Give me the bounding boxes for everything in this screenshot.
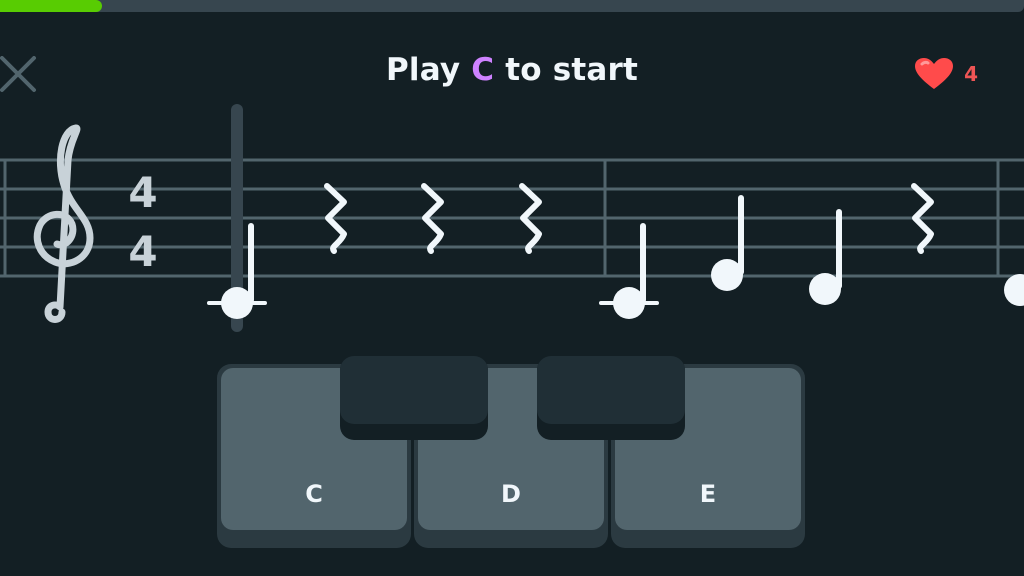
piano-key-d-label: D <box>501 480 521 508</box>
hearts-counter: 4 <box>914 56 978 92</box>
time-signature-top: 4 <box>128 168 157 217</box>
lesson-progress-bar <box>0 0 1024 12</box>
lesson-progress-fill <box>0 0 103 12</box>
piano-key-c-label: C <box>305 480 323 508</box>
title-suffix: to start <box>505 52 639 88</box>
treble-clef-icon <box>33 124 94 323</box>
title-prefix: Play <box>385 52 461 88</box>
piano-key-d-sharp-face <box>537 356 685 424</box>
time-signature-bottom: 4 <box>128 227 157 276</box>
music-staff: 4 4 <box>0 104 1024 332</box>
hearts-count: 4 <box>964 62 978 86</box>
note-next-partial <box>1004 274 1024 306</box>
note-d-quarter <box>809 209 842 305</box>
piano-key-c-sharp[interactable] <box>340 356 488 440</box>
piano-key-e-label: E <box>699 480 717 508</box>
piano-key-c-sharp-face <box>340 356 488 424</box>
target-note-label: C <box>471 52 495 88</box>
note-e-quarter <box>711 195 744 291</box>
note-c-quarter <box>599 223 659 319</box>
piano-key-d-sharp[interactable] <box>537 356 685 440</box>
page-title: Play C to start <box>0 52 1024 88</box>
piano-keyboard: C D E <box>217 356 807 551</box>
heart-icon <box>915 58 954 89</box>
